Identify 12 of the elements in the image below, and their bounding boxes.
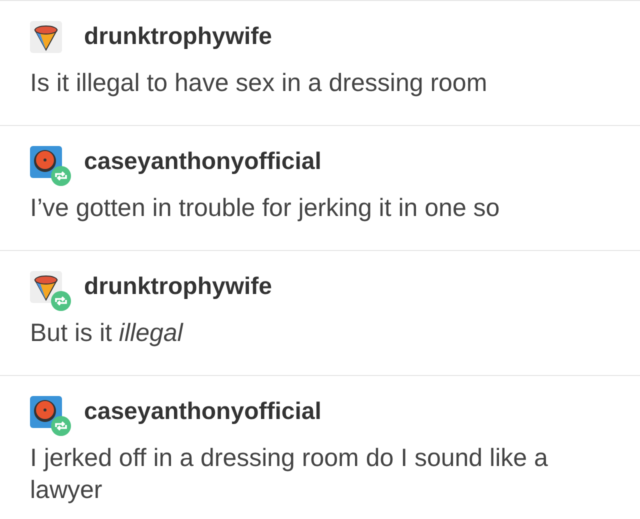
username[interactable]: caseyanthonyofficial (84, 148, 322, 176)
username[interactable]: drunktrophywife (84, 273, 272, 301)
record-icon (30, 396, 62, 428)
post-text: Is it illegal to have sex in a dressing room (30, 68, 488, 99)
post-text: But is it illegal (30, 318, 184, 349)
record-icon (30, 146, 62, 178)
username[interactable]: caseyanthonyofficial (84, 398, 322, 426)
ice-cream-cone-icon (30, 271, 62, 303)
post-text: I jerked off in a dressing room do I sound like a lawyer (30, 443, 549, 506)
username[interactable]: drunktrophywife (84, 23, 272, 51)
post-text: I’ve gotten in trouble for jerking it in one so (30, 193, 501, 224)
ice-cream-cone-icon (30, 21, 62, 53)
